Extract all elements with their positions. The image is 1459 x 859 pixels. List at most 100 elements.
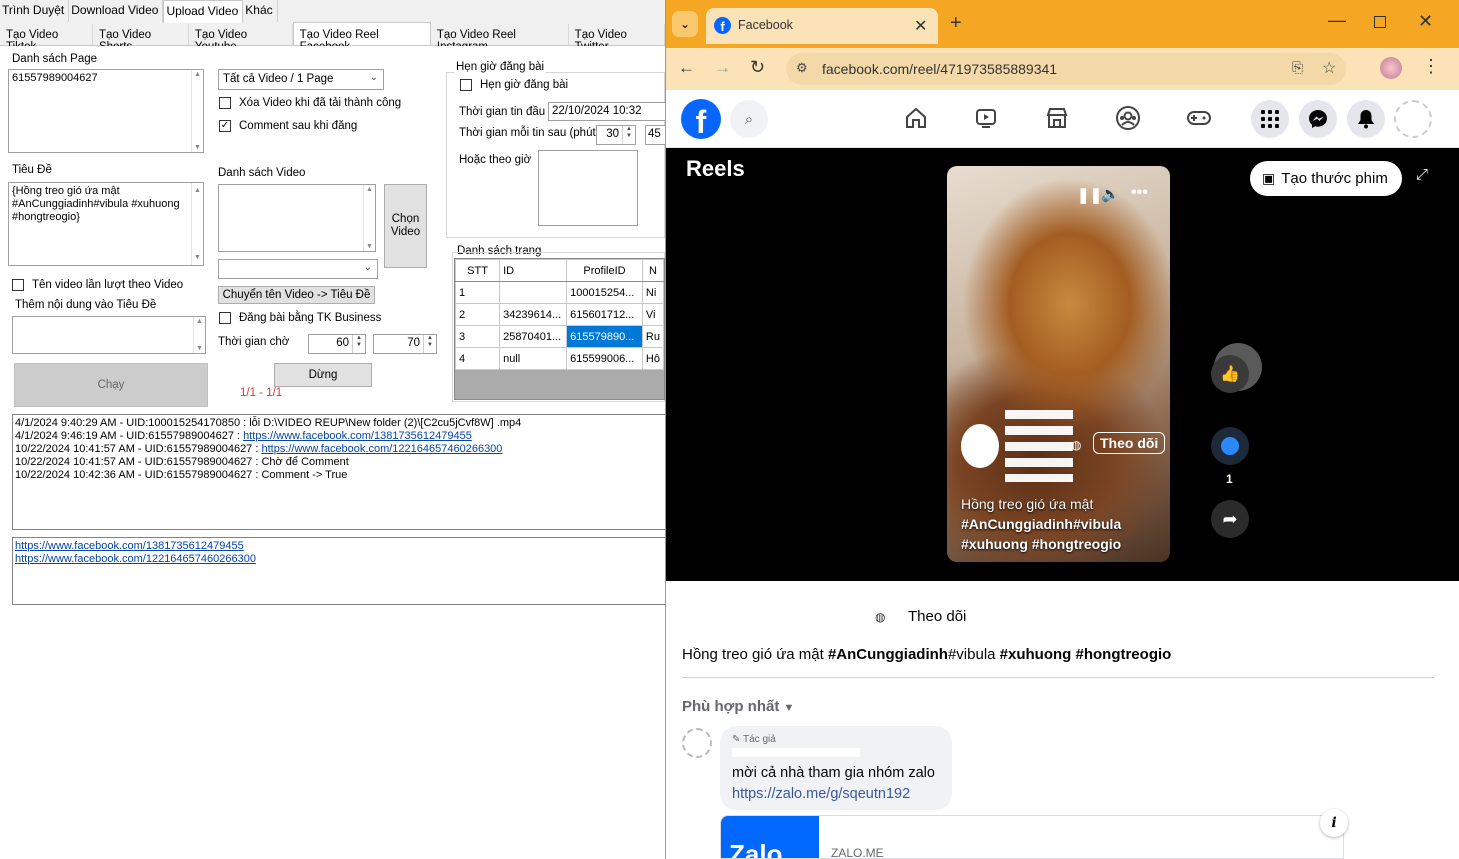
log-link[interactable]: https://www.facebook.com/138173561247945… [243,430,472,442]
spinner-arrows[interactable]: ▲ ▼ [423,335,436,353]
col-header-profileid[interactable]: ProfileID [566,259,643,282]
author-avatar[interactable] [961,424,999,468]
table-row[interactable]: 3 25870401... 615579890... Ru [455,325,664,348]
spinner-arrows[interactable]: ▲ ▼ [622,126,635,144]
video-list-scrollbar[interactable]: ▲ ▼ [363,185,375,251]
video-select-empty[interactable]: ⌄ [218,259,378,279]
tab-search-icon[interactable]: ⌄ [672,11,698,37]
table-row[interactable]: 2 34239614... 615601712... Vi [455,303,664,326]
close-tab-icon[interactable]: ✕ [914,16,927,36]
bookmark-star-icon[interactable]: ☆ [1322,58,1336,78]
notifications-bell-icon[interactable] [1347,100,1385,138]
like-icon[interactable]: 👍 [1211,355,1249,393]
new-tab-icon[interactable]: + [950,12,962,35]
title-scrollbar[interactable]: ▲ ▼ [191,183,203,265]
create-reel-button[interactable]: ▣ Tạo thước phim [1250,161,1402,196]
minimize-icon[interactable]: — [1328,10,1346,31]
menu-grid-icon[interactable] [1251,100,1289,138]
url-text[interactable]: facebook.com/reel/471973585889341 [822,61,1057,77]
install-icon[interactable]: ⎘ [1292,59,1303,76]
result-link[interactable]: https://www.facebook.com/138173561247945… [15,540,244,552]
follow-link[interactable]: Theo dõi [908,608,966,625]
interval-spinner-2[interactable]: 45 [645,125,665,145]
share-icon[interactable]: ➦ [1211,500,1249,538]
menu-dots-icon[interactable]: ⋮ [1422,56,1440,77]
reload-icon[interactable]: ↻ [750,57,765,78]
subtab-youtube[interactable]: Tạo Video Youtube [189,24,293,53]
account-avatar[interactable] [1394,100,1432,138]
info-icon[interactable]: i [1320,809,1348,837]
pause-icon[interactable]: ❚❚ [1077,186,1102,204]
comment-sort-dropdown[interactable]: Phù hợp nhất ▼ [682,698,794,715]
name-by-video-checkbox[interactable]: Tên video lần lượt theo Video [12,279,183,291]
table-row[interactable]: 1 100015254... Ni [455,281,664,304]
log-textbox[interactable]: 4/1/2024 9:40:29 AM - UID:10001525417085… [12,414,665,530]
hashtag-link[interactable]: #AnCunggiadinh [828,646,948,663]
tab-trinh-duyet[interactable]: Trình Duyệt [0,0,70,22]
tab-khac[interactable]: Khác [243,0,278,22]
groups-icon[interactable] [1113,103,1143,133]
schedule-checkbox[interactable]: Hẹn giờ đăng bài [460,79,568,91]
maximize-icon[interactable] [1374,16,1386,28]
rename-video-button[interactable]: Chuyển tên Video -> Tiêu Đề [218,286,375,304]
choose-video-button[interactable]: Chọn Video [384,184,427,268]
address-bar[interactable]: ⚙ facebook.com/reel/471973585889341 ⎘ ☆ [786,53,1346,85]
page-list-textbox[interactable]: 61557989004627 ▲ ▼ [8,69,204,153]
col-header-stt[interactable]: STT [455,259,501,282]
subtab-shorts[interactable]: Tạo Video Shorts [93,24,189,53]
more-options-icon[interactable]: ••• [1131,184,1148,202]
business-account-checkbox[interactable]: Đăng bài bằng TK Business [219,312,381,324]
back-icon[interactable]: ← [678,58,695,78]
reel-video[interactable]: ❚❚ 🔈 ••• ◍ Theo dõi Hồng treo gió ứa mật… [947,166,1170,562]
first-time-picker[interactable]: 22/10/2024 10:32 [548,102,665,121]
video-list-textbox[interactable]: ▲ ▼ [218,184,376,252]
facebook-logo-icon[interactable]: f [681,99,721,140]
time-list-textbox[interactable] [538,150,638,226]
comment-after-post-checkbox[interactable]: ✓ Comment sau khi đăng [219,120,357,132]
home-icon[interactable] [901,103,931,133]
spinner-arrows[interactable]: ▲ ▼ [352,335,365,353]
link-preview-card[interactable]: Zalo ZALO.ME [720,815,1344,859]
gaming-icon[interactable] [1184,103,1214,133]
follow-button[interactable]: Theo dõi [1093,432,1166,454]
stop-button[interactable]: Dừng [274,363,372,387]
wait-min-spinner[interactable]: 60 ▲ ▼ [308,334,366,354]
page-list-scrollbar[interactable]: ▲ ▼ [191,70,203,152]
subtab-tiktok[interactable]: Tạo Video Tiktok [0,24,93,53]
profile-avatar[interactable] [1380,57,1402,79]
forward-icon[interactable]: → [714,58,731,78]
delete-after-download-checkbox[interactable]: Xóa Video khi đã tải thành công [219,97,401,109]
commenter-avatar[interactable] [682,728,712,758]
fullscreen-icon[interactable]: ⤢ [1416,166,1428,183]
hashtag-link[interactable]: #xuhuong #hongtreogio [1000,646,1172,663]
tab-download-video[interactable]: Download Video [69,0,164,22]
result-link[interactable]: https://www.facebook.com/122164657460266… [15,553,256,565]
tab-upload-video[interactable]: Upload Video [163,0,244,23]
interval-spinner[interactable]: 30 ▲ ▼ [596,125,636,145]
mute-icon[interactable]: 🔈 [1101,185,1120,203]
log-link[interactable]: https://www.facebook.com/122164657460266… [261,443,502,455]
add-title-scrollbar[interactable]: ▲ ▼ [193,317,205,353]
wait-max-spinner[interactable]: 70 ▲ ▼ [373,334,437,354]
marketplace-icon[interactable] [1042,103,1072,133]
run-button[interactable]: Chạy [14,363,208,407]
close-window-icon[interactable]: ✕ [1418,11,1433,32]
col-header-name[interactable]: N [641,259,664,282]
messenger-icon[interactable] [1299,100,1337,138]
site-info-icon[interactable]: ⚙ [796,60,808,76]
title-textbox[interactable]: {Hồng treo gió ứa mật #AnCunggiadinh#vib… [8,182,204,266]
video-mode-select[interactable]: Tất cả Video / 1 Page ⌄ [218,69,384,90]
col-header-id[interactable]: ID [499,259,568,282]
browser-tab[interactable]: f Facebook ✕ [706,8,938,44]
comment-link[interactable]: https://zalo.me/g/sqeutn192 [732,786,910,802]
page-table[interactable]: STT ID ProfileID N 1 100015254... Ni 2 3… [454,258,665,400]
video-icon[interactable] [971,103,1001,133]
links-textbox[interactable]: https://www.facebook.com/138173561247945… [12,537,665,605]
comment-icon[interactable] [1211,427,1249,465]
subtab-reel-facebook[interactable]: Tạo Video Reel Facebook [292,22,431,53]
table-row[interactable]: 4 null 615599006... Hô [455,347,664,370]
subtab-reel-instagram[interactable]: Tạo Video Reel Instagram [431,24,569,53]
search-icon[interactable]: ⌕ [730,100,768,138]
add-title-textbox[interactable]: ▲ ▼ [12,316,206,354]
subtab-twitter[interactable]: Tạo Video Twitter [569,24,665,53]
